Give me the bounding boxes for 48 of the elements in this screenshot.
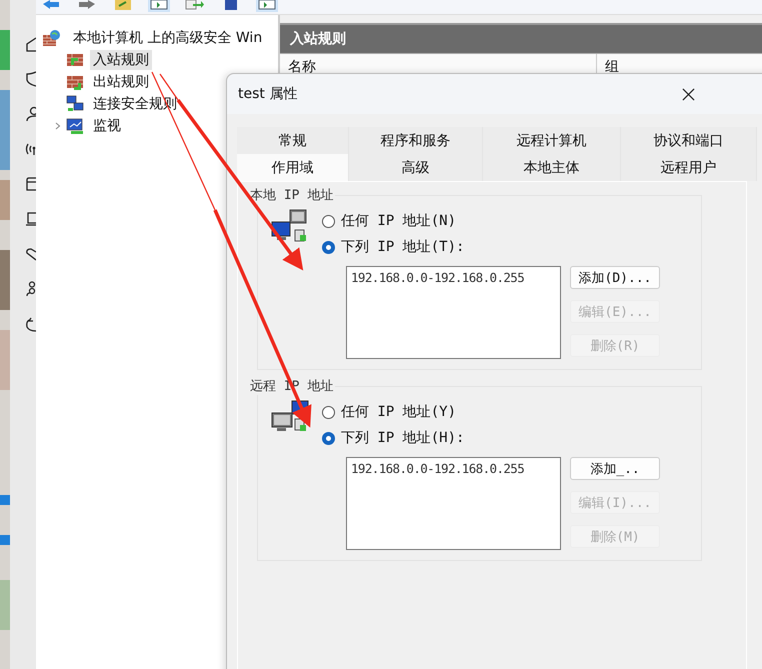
radio-button[interactable] bbox=[322, 214, 335, 228]
wifi-icon[interactable] bbox=[24, 141, 36, 157]
tab[interactable]: 常规 bbox=[237, 127, 350, 154]
close-icon[interactable] bbox=[682, 88, 696, 100]
tab[interactable]: 高级 bbox=[349, 154, 484, 181]
dialog-title: test 属性 bbox=[238, 85, 298, 103]
tab[interactable]: 远程用户 bbox=[621, 154, 757, 181]
tab[interactable]: 远程计算机 bbox=[483, 127, 622, 154]
history-icon[interactable] bbox=[24, 316, 36, 332]
monitor-icon bbox=[66, 117, 84, 135]
expand-chevron-icon[interactable] bbox=[55, 122, 61, 130]
shield-icon[interactable] bbox=[24, 71, 36, 87]
window-icon[interactable] bbox=[24, 176, 36, 192]
home-icon[interactable] bbox=[24, 36, 36, 52]
laptop-icon[interactable] bbox=[24, 211, 36, 227]
tab[interactable]: 本地主体 bbox=[483, 154, 622, 181]
address-item[interactable]: 192.168.0.0-192.168.0.255 bbox=[351, 461, 556, 476]
tab[interactable]: 作用域 bbox=[237, 154, 350, 181]
wall-arrow-icon bbox=[66, 73, 84, 91]
column-header[interactable]: 组 bbox=[597, 54, 627, 76]
radio-button[interactable] bbox=[322, 432, 335, 444]
radio-button[interactable] bbox=[322, 240, 335, 254]
group-title: 本地 IP 地址 bbox=[248, 186, 336, 204]
firewall-globe-icon bbox=[42, 29, 60, 47]
dialog-button[interactable]: 添加_.. bbox=[570, 457, 660, 480]
tree-item[interactable]: 本地计算机 上的高级安全 Win bbox=[70, 28, 266, 48]
address-list[interactable]: 192.168.0.0-192.168.0.255 bbox=[346, 266, 561, 359]
radio-label[interactable]: 下列 IP 地址(T): bbox=[341, 238, 464, 256]
tree-item[interactable]: 入站规则 bbox=[90, 50, 152, 70]
radio-label[interactable]: 任何 IP 地址(Y) bbox=[341, 403, 456, 421]
panel-icon[interactable] bbox=[148, 0, 170, 12]
tab[interactable]: 协议和端口 bbox=[621, 127, 757, 154]
radio-label[interactable]: 下列 IP 地址(H): bbox=[341, 429, 464, 447]
pane-title: 入站规则 bbox=[290, 31, 346, 47]
dialog-button[interactable]: 添加(D)... bbox=[570, 266, 660, 289]
tree-item[interactable]: 监视 bbox=[90, 116, 124, 136]
computers-icon bbox=[66, 95, 84, 113]
address-list[interactable]: 192.168.0.0-192.168.0.255 bbox=[346, 457, 561, 550]
panel-icon[interactable] bbox=[256, 0, 278, 12]
tab[interactable]: 程序和服务 bbox=[349, 127, 484, 154]
export-icon[interactable] bbox=[184, 0, 206, 12]
people-icon[interactable] bbox=[24, 281, 36, 297]
address-item[interactable]: 192.168.0.0-192.168.0.255 bbox=[351, 270, 556, 285]
radio-button[interactable] bbox=[322, 406, 335, 418]
person-icon[interactable] bbox=[24, 106, 36, 122]
wall-arrow-icon bbox=[66, 51, 84, 69]
radio-label[interactable]: 任何 IP 地址(N) bbox=[341, 212, 456, 230]
tree-item[interactable]: 出站规则 bbox=[90, 72, 152, 92]
